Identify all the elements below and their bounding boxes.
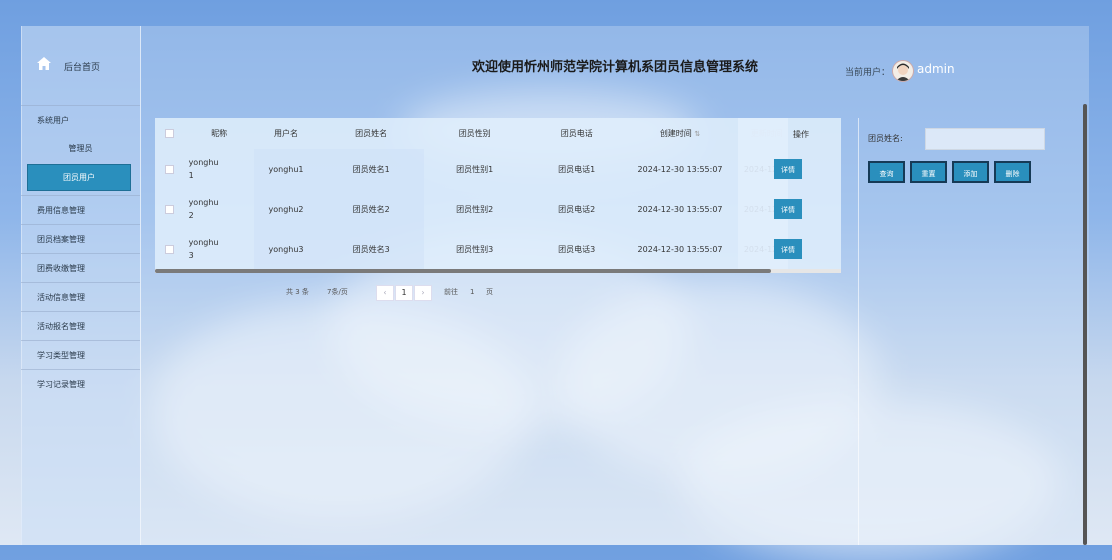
cell-member-name: 团员姓名1	[318, 149, 425, 189]
sidebar-item-activity-signup[interactable]: 活动报名管理	[21, 311, 140, 340]
column-header-created[interactable]: 创建时间 ⇅	[628, 118, 732, 149]
cell-phone: 团员电话3	[558, 244, 596, 254]
prev-page-button[interactable]: ‹	[376, 285, 394, 301]
add-button[interactable]: 添加	[952, 161, 989, 183]
username: admin	[917, 62, 955, 76]
sort-icon: ⇅	[694, 130, 701, 138]
home-link[interactable]: 后台首页	[36, 56, 140, 76]
row-checkbox[interactable]	[165, 204, 175, 214]
sidebar-item-fee-collection[interactable]: 团费收缴管理	[21, 253, 140, 282]
row-checkbox[interactable]	[165, 244, 175, 254]
cell-nickname: yonghu 3	[188, 238, 219, 260]
cell-username: yonghu1	[253, 149, 319, 189]
row-checkbox[interactable]	[165, 164, 175, 174]
next-page-button[interactable]: ›	[414, 285, 432, 301]
scrollbar-thumb[interactable]	[155, 269, 771, 273]
current-user-label: 当前用户：	[845, 68, 891, 78]
column-header-member-name: 团员姓名	[355, 129, 388, 138]
cell-nickname: yonghu 1	[188, 158, 219, 180]
goto-label: 前往	[444, 288, 458, 296]
cell-member-name: 团员姓名3	[318, 229, 425, 269]
sidebar-item-members[interactable]: 团员用户	[27, 164, 131, 191]
main-frame	[21, 26, 1089, 545]
column-header-gender: 团员性别	[458, 129, 491, 138]
home-label: 后台首页	[64, 63, 101, 73]
cell-phone: 团员电话2	[558, 204, 596, 214]
reset-button[interactable]: 重置	[910, 161, 947, 183]
column-header-phone: 团员电话	[560, 129, 593, 138]
column-header-username: 用户名	[274, 129, 299, 138]
pagination-page-size[interactable]: 7条/页	[327, 285, 348, 299]
sidebar-item-fee-info[interactable]: 费用信息管理	[21, 195, 140, 224]
page-vertical-scrollbar[interactable]	[1083, 104, 1087, 545]
cell-gender: 团员性别3	[456, 244, 494, 254]
cell-username: yonghu3	[253, 229, 319, 269]
sidebar: 后台首页 系统用户 管理员 团员用户 费用信息管理 团员档案管理 团费收缴管理 …	[21, 26, 141, 545]
cell-gender: 团员性别1	[456, 164, 494, 174]
sidebar-item-study-records[interactable]: 学习记录管理	[21, 369, 140, 398]
sidebar-item-study-type[interactable]: 学习类型管理	[21, 340, 140, 369]
page-number-button[interactable]: 1	[395, 285, 413, 301]
sidebar-item-system-users[interactable]: 系统用户	[21, 105, 140, 134]
user-avatar-icon	[896, 63, 910, 81]
search-member-name-input[interactable]	[925, 128, 1045, 150]
sidebar-item-member-files[interactable]: 团员档案管理	[21, 224, 140, 253]
page-title: 欢迎使用忻州师范学院计算机系团员信息管理系统	[471, 60, 758, 75]
detail-button[interactable]: 详情	[774, 159, 802, 179]
cell-created: 2024-12-30 13:55:07	[637, 164, 723, 174]
avatar[interactable]	[892, 60, 914, 82]
query-button[interactable]: 查询	[868, 161, 905, 183]
delete-button[interactable]: 删除	[994, 161, 1031, 183]
panel-divider	[858, 118, 859, 545]
table-horizontal-scrollbar[interactable]	[155, 269, 841, 273]
detail-button[interactable]: 详情	[774, 199, 802, 219]
cell-member-name: 团员姓名2	[318, 189, 425, 229]
search-member-name-label: 团员姓名:	[868, 134, 903, 143]
sidebar-item-activity-info[interactable]: 活动信息管理	[21, 282, 140, 311]
members-table: 昵称 用户名 团员姓名 团员性别 团员电话 创建时间 ⇅ 更新时间 yonghu…	[155, 118, 841, 273]
goto-page-input[interactable]: 1	[470, 285, 474, 299]
sidebar-item-admin[interactable]: 管理员	[21, 134, 140, 164]
page-unit-label: 页	[486, 288, 493, 296]
cell-gender: 团员性别2	[456, 204, 494, 214]
cell-created: 2024-12-30 13:55:07	[637, 204, 723, 214]
sidebar-submenu: 管理员 团员用户	[21, 134, 140, 191]
sidebar-menu: 系统用户 管理员 团员用户 费用信息管理 团员档案管理 团费收缴管理 活动信息管…	[21, 105, 140, 398]
select-all-checkbox[interactable]	[165, 129, 175, 138]
cell-nickname: yonghu 2	[188, 198, 219, 220]
detail-button[interactable]: 详情	[774, 239, 802, 259]
pagination-total: 共 3 条	[286, 288, 309, 296]
cell-phone: 团员电话1	[558, 164, 596, 174]
column-header-created-label: 创建时间	[659, 129, 692, 138]
cell-created: 2024-12-30 13:55:07	[637, 244, 723, 254]
home-icon	[37, 57, 51, 70]
column-header-nickname: 昵称	[211, 129, 228, 138]
cell-username: yonghu2	[253, 189, 319, 229]
column-header-action: 操作	[793, 130, 809, 139]
